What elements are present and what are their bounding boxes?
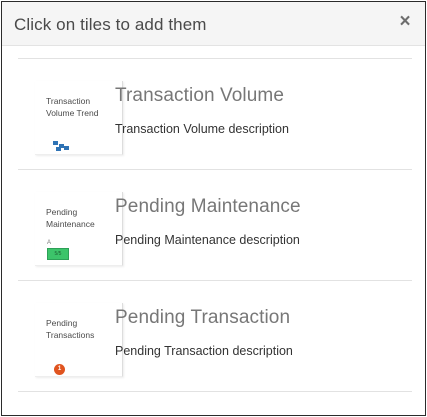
tile-pending-maintenance[interactable]: Pending Maintenance A 5/5 Pending Mainte… xyxy=(18,170,412,281)
dialog-title: Click on tiles to add them xyxy=(14,15,207,34)
thumbnail-label: Transaction Volume Trend xyxy=(46,96,99,118)
bar-glyph-icon xyxy=(53,141,71,151)
tile-description: Pending Transaction description xyxy=(115,344,293,358)
tile-transaction-volume[interactable]: Transaction Volume Trend Transaction Vol… xyxy=(18,59,412,170)
thumbnail-label: Pending Transactions xyxy=(46,318,95,340)
close-icon[interactable]: × xyxy=(397,12,413,31)
tile-title: Pending Transaction xyxy=(115,307,291,328)
tile-pending-transaction[interactable]: Pending Transactions 1 Pending Transacti… xyxy=(18,281,412,392)
green-badge-icon: 5/5 xyxy=(47,248,69,260)
tile-description: Pending Maintenance description xyxy=(115,233,300,247)
tile-description: Transaction Volume description xyxy=(115,122,289,136)
tile-title: Transaction Volume xyxy=(115,85,285,106)
tile-thumbnail: Transaction Volume Trend xyxy=(35,81,123,155)
thumbnail-label: Pending Maintenance xyxy=(46,207,95,229)
thumbnail-small-text: A xyxy=(47,240,52,246)
dialog-header: Click on tiles to add them × xyxy=(2,2,425,46)
tile-thumbnail: Pending Transactions 1 xyxy=(35,303,123,377)
tile-list: Transaction Volume Trend Transaction Vol… xyxy=(18,58,412,392)
tile-thumbnail: Pending Maintenance A 5/5 xyxy=(35,192,123,266)
tile-title: Pending Maintenance xyxy=(115,196,301,217)
orange-dot-icon: 1 xyxy=(54,364,65,375)
add-tiles-dialog: Click on tiles to add them × Transaction… xyxy=(1,1,426,416)
